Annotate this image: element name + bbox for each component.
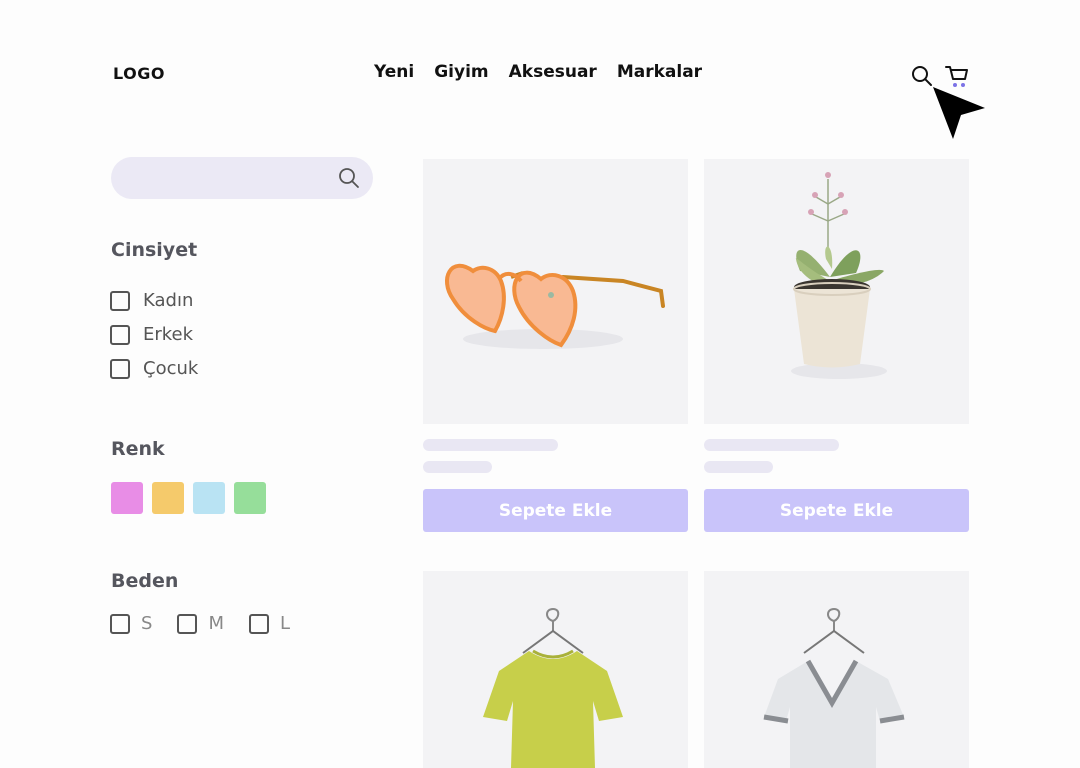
checkbox[interactable] bbox=[110, 613, 130, 634]
product-card: Sepete Ekle bbox=[704, 159, 969, 532]
nav-item-markalar[interactable]: Markalar bbox=[617, 62, 702, 82]
search-button-icon[interactable] bbox=[337, 166, 361, 194]
search-bar bbox=[111, 157, 373, 201]
mouse-pointer-icon bbox=[930, 84, 990, 148]
size-options: S M L bbox=[110, 613, 290, 634]
gender-filter-title: Cinsiyet bbox=[111, 239, 198, 261]
checkbox-label: Erkek bbox=[143, 324, 194, 345]
gender-option-erkek[interactable]: Erkek bbox=[110, 324, 193, 345]
product-image-yellow-tshirt[interactable] bbox=[423, 571, 688, 768]
color-swatch-pink[interactable] bbox=[111, 482, 143, 514]
nav-item-giyim[interactable]: Giyim bbox=[434, 62, 488, 82]
size-filter-title: Beden bbox=[111, 570, 179, 592]
product-image-white-tshirt[interactable] bbox=[704, 571, 969, 768]
nav-item-yeni[interactable]: Yeni bbox=[374, 62, 414, 82]
color-swatch-blue[interactable] bbox=[193, 482, 225, 514]
logo[interactable]: LOGO bbox=[113, 64, 165, 83]
size-option-s[interactable]: S bbox=[110, 613, 152, 634]
vneck-tshirt-on-hanger-icon bbox=[763, 607, 905, 768]
gender-option-cocuk[interactable]: Çocuk bbox=[110, 358, 198, 379]
checkbox-label: Çocuk bbox=[143, 358, 199, 379]
checkbox-label: M bbox=[208, 613, 224, 634]
checkbox[interactable] bbox=[110, 358, 130, 379]
size-option-l[interactable]: L bbox=[248, 613, 290, 634]
gender-option-kadin[interactable]: Kadın bbox=[110, 290, 193, 311]
nav-item-aksesuar[interactable]: Aksesuar bbox=[509, 62, 597, 82]
potted-plant-icon bbox=[791, 172, 887, 379]
skeleton-price bbox=[423, 461, 492, 473]
color-swatch-yellow[interactable] bbox=[152, 482, 184, 514]
product-card: Sepete Ekle bbox=[423, 159, 688, 532]
product-card bbox=[704, 571, 969, 768]
search-input[interactable] bbox=[129, 157, 333, 201]
checkbox[interactable] bbox=[177, 613, 198, 634]
color-swatch-green[interactable] bbox=[234, 482, 266, 514]
color-filter-title: Renk bbox=[111, 438, 165, 460]
skeleton-title bbox=[704, 439, 839, 451]
checkbox-label: L bbox=[279, 613, 290, 634]
skeleton-price bbox=[704, 461, 773, 473]
checkbox-label: S bbox=[141, 613, 153, 634]
main-nav: Yeni Giyim Aksesuar Markalar bbox=[374, 62, 702, 82]
product-image-sunglasses[interactable] bbox=[423, 159, 688, 424]
sunglasses-icon bbox=[445, 263, 665, 349]
checkbox[interactable] bbox=[110, 290, 130, 311]
color-swatches bbox=[111, 482, 266, 514]
checkbox[interactable] bbox=[248, 613, 269, 634]
skeleton-title bbox=[423, 439, 558, 451]
checkbox-label: Kadın bbox=[143, 290, 194, 311]
checkbox[interactable] bbox=[110, 324, 130, 345]
add-to-cart-button[interactable]: Sepete Ekle bbox=[704, 489, 969, 532]
product-image-plant[interactable] bbox=[704, 159, 969, 424]
size-option-m[interactable]: M bbox=[177, 613, 224, 634]
add-to-cart-button[interactable]: Sepete Ekle bbox=[423, 489, 688, 532]
product-card bbox=[423, 571, 688, 768]
tshirt-on-hanger-icon bbox=[483, 607, 623, 768]
